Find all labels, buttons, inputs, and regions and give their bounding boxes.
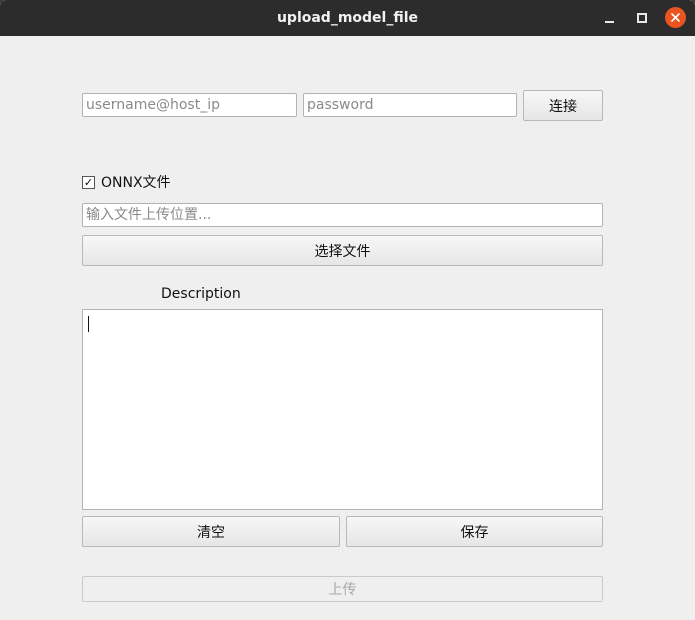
text-caret [88, 316, 89, 332]
choose-file-button[interactable]: 选择文件 [82, 235, 603, 266]
description-label: Description [161, 286, 241, 302]
close-icon [671, 13, 680, 22]
onnx-checkbox-label: ONNX文件 [101, 175, 171, 191]
onnx-checkbox[interactable]: ✓ [82, 175, 95, 189]
window-title: upload_model_file [276, 10, 419, 26]
app-window: upload_model_file 连接 ✓ ONNX文件 选择文件 Descr… [0, 0, 695, 620]
clear-button[interactable]: 清空 [82, 516, 340, 547]
minimize-button[interactable] [598, 7, 620, 29]
save-button[interactable]: 保存 [346, 516, 603, 547]
minimize-icon [604, 21, 614, 23]
maximize-icon [637, 13, 647, 23]
connect-button[interactable]: 连接 [523, 90, 603, 121]
upload-path-input[interactable] [82, 203, 603, 227]
maximize-button[interactable] [631, 7, 653, 29]
onnx-checkbox-row[interactable]: ✓ ONNX文件 [82, 174, 171, 191]
upload-button[interactable]: 上传 [82, 576, 603, 602]
description-textarea[interactable] [82, 309, 603, 510]
title-bar[interactable]: upload_model_file [0, 0, 695, 36]
password-input[interactable] [303, 93, 517, 117]
close-button[interactable] [665, 7, 686, 28]
username-input[interactable] [82, 93, 297, 117]
